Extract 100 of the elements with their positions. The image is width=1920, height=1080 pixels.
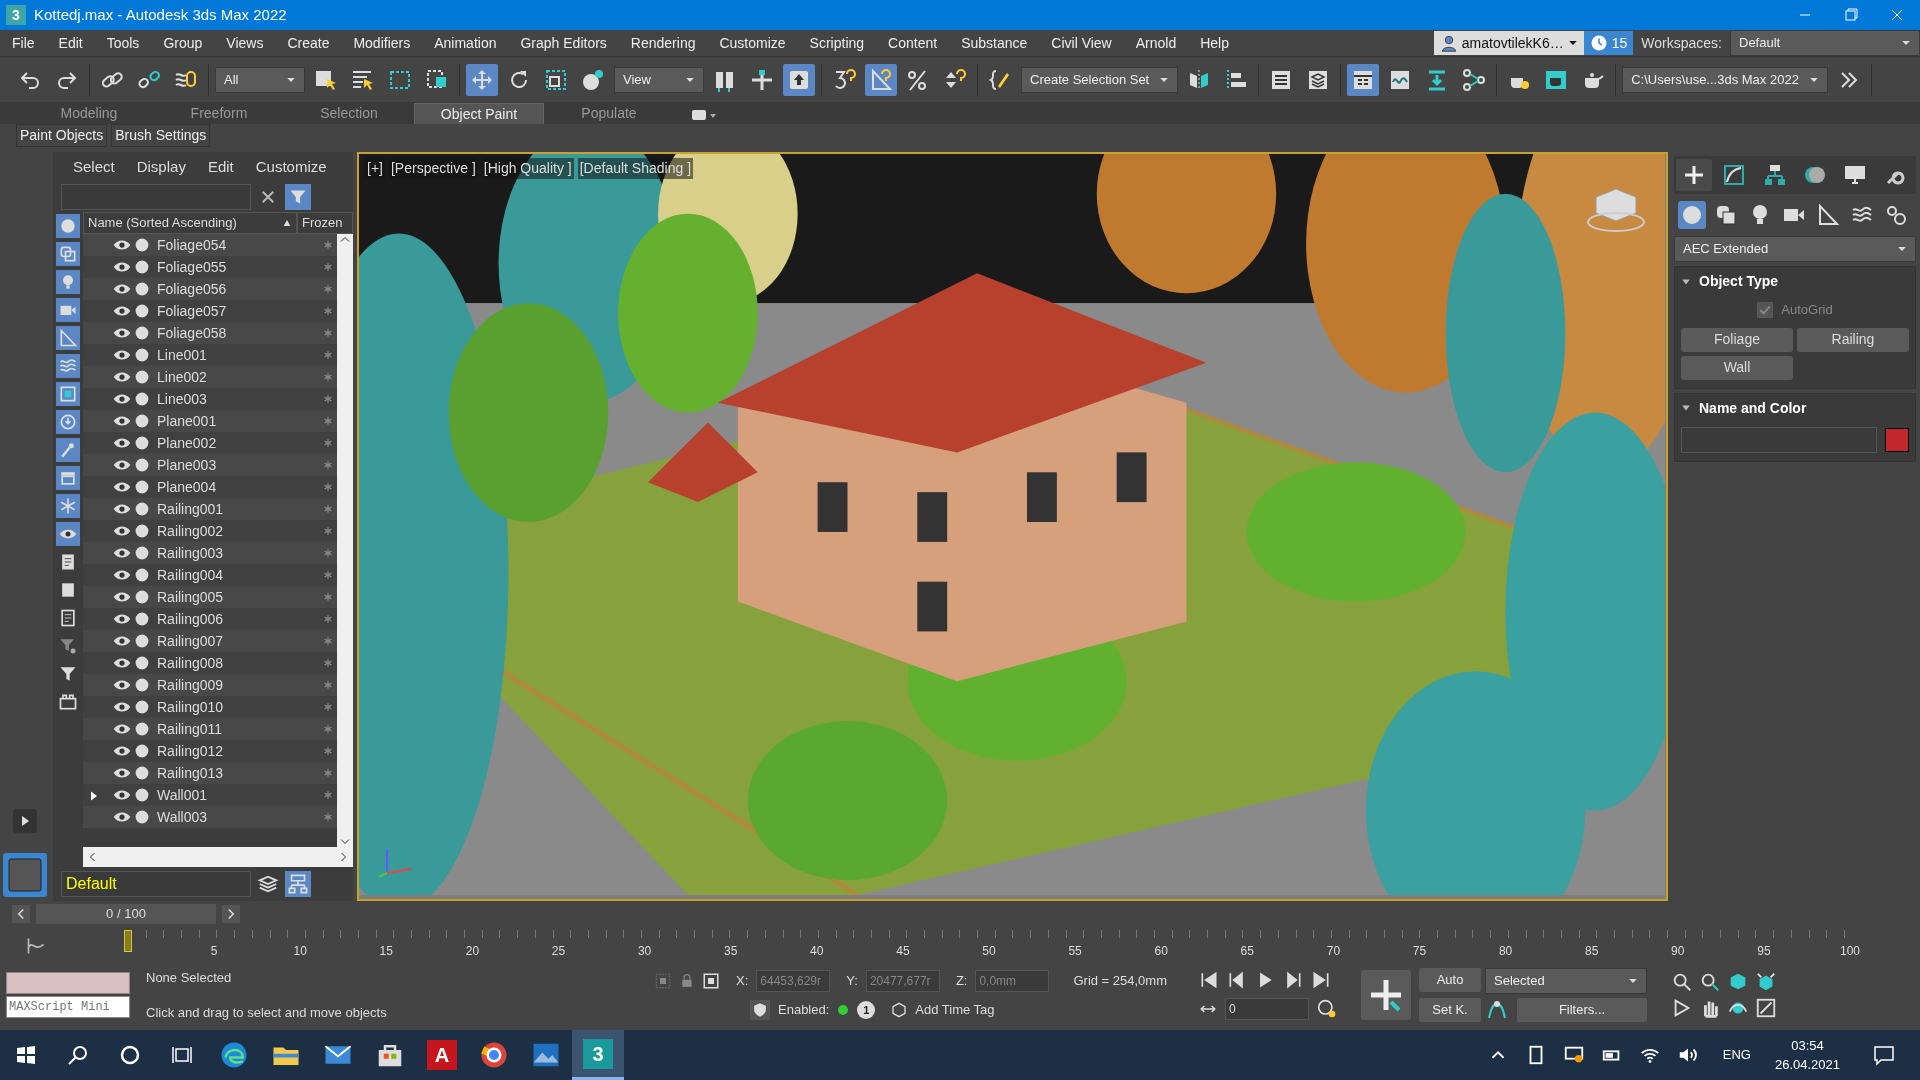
circle-icon[interactable] <box>135 590 149 604</box>
circle-icon[interactable] <box>135 238 149 252</box>
previous-icon[interactable] <box>12 904 30 923</box>
menu-item[interactable]: Arnold <box>1123 32 1189 54</box>
circle-icon[interactable] <box>135 348 149 362</box>
eye-icon[interactable] <box>113 260 131 274</box>
angle-snap-icon[interactable] <box>865 63 897 96</box>
account-dropdown[interactable]: amatovtilekK6… <box>1433 31 1584 55</box>
eye-icon[interactable] <box>113 612 131 626</box>
snowflake-icon[interactable] <box>323 327 333 339</box>
eye-icon[interactable] <box>113 458 131 472</box>
ribbon-tab[interactable]: Freeform <box>154 103 284 124</box>
eye-icon[interactable] <box>113 656 131 670</box>
circle-icon[interactable] <box>135 546 149 560</box>
snowflake-icon[interactable] <box>323 459 333 471</box>
eye-icon[interactable] <box>113 304 131 318</box>
time-slider-thumb[interactable]: 0 / 100 <box>36 903 216 924</box>
eye-icon[interactable] <box>113 282 131 296</box>
eye-icon[interactable] <box>113 766 131 780</box>
key-filter-dropdown[interactable]: Selected <box>1485 968 1647 994</box>
ribbon-tab[interactable]: Modeling <box>24 103 154 124</box>
collapse-arrow-icon[interactable] <box>1681 403 1691 413</box>
toolbar-dropdown[interactable]: Create Selection Set <box>1021 66 1179 93</box>
explorer-menu-item[interactable]: Edit <box>207 155 234 179</box>
circle-icon[interactable] <box>135 282 149 296</box>
magnifier-icon[interactable] <box>1671 971 1693 993</box>
snowflake-icon[interactable] <box>323 393 333 405</box>
circle-icon[interactable] <box>135 788 149 802</box>
plus-icon[interactable] <box>1676 159 1713 191</box>
viewport-layout-icon[interactable] <box>2 853 47 897</box>
set-key-icon[interactable] <box>1361 970 1411 1020</box>
ribbon-tab[interactable]: Object Paint <box>414 103 544 124</box>
object-type-button[interactable]: Railing <box>1797 327 1909 352</box>
viewport-label[interactable]: [Default Shading ] <box>577 158 694 179</box>
ribbon-tab[interactable]: Selection <box>284 103 414 124</box>
selection-lock-icon[interactable] <box>654 972 672 990</box>
circle-icon[interactable] <box>135 480 149 494</box>
ribbon-icon[interactable] <box>1347 63 1380 96</box>
eye-icon[interactable] <box>113 370 131 384</box>
column-header[interactable]: Name (Sorted Ascending) <box>83 212 297 234</box>
menu-item[interactable]: Substance <box>949 32 1040 54</box>
snowflake-icon[interactable] <box>323 261 333 273</box>
search-field[interactable] <box>61 184 251 210</box>
square-frame-icon[interactable] <box>56 382 80 406</box>
menu-item[interactable]: Graph Editors <box>508 32 619 54</box>
circle-icon[interactable] <box>135 502 149 516</box>
eye-icon[interactable] <box>113 480 131 494</box>
eye-icon[interactable] <box>113 524 131 538</box>
circle-icon[interactable] <box>135 436 149 450</box>
move-icon[interactable] <box>466 63 498 96</box>
brush-icon[interactable] <box>56 438 80 462</box>
box-icon[interactable] <box>56 466 80 490</box>
circle-icon[interactable] <box>135 744 149 758</box>
current-frame-field[interactable]: 0 <box>1225 998 1309 1020</box>
eye-icon[interactable] <box>113 568 131 582</box>
current-frame-marker[interactable] <box>124 930 132 952</box>
snowflake-icon[interactable] <box>323 745 333 757</box>
object-type-button[interactable]: Foliage <box>1681 327 1793 352</box>
menu-item[interactable]: Group <box>151 32 215 54</box>
toolbar-dropdown[interactable]: All <box>215 66 305 93</box>
snowflake-icon[interactable] <box>323 789 333 801</box>
explorer-menu-item[interactable]: Select <box>73 155 115 179</box>
snowflake-icon[interactable] <box>323 723 333 735</box>
eye-icon[interactable] <box>113 810 131 824</box>
circle-icon[interactable] <box>135 700 149 714</box>
notification-icon[interactable] <box>1872 1043 1896 1067</box>
next-icon[interactable] <box>222 904 240 923</box>
add-time-tag-button[interactable]: Add Time Tag <box>915 1000 995 1020</box>
circle-icon[interactable] <box>135 810 149 824</box>
layers-icon[interactable] <box>257 873 279 895</box>
filters-button[interactable]: Filters... <box>1517 998 1647 1022</box>
snowflake-icon[interactable] <box>323 283 333 295</box>
snowflake-icon[interactable] <box>323 569 333 581</box>
vertical-scrollbar[interactable] <box>337 234 353 847</box>
expand-arrow-icon[interactable] <box>89 789 99 802</box>
cube-icon[interactable] <box>891 1002 908 1018</box>
ribbon-tab[interactable]: Populate <box>544 103 674 124</box>
circle-icon[interactable] <box>135 766 149 780</box>
maximize-icon[interactable] <box>1755 997 1777 1019</box>
snowflake-icon[interactable] <box>323 503 333 515</box>
circle-icon[interactable] <box>135 260 149 274</box>
snowflake-icon[interactable] <box>323 613 333 625</box>
snowflake-icon[interactable] <box>323 657 333 669</box>
circle-icon[interactable] <box>135 458 149 472</box>
clear-icon[interactable] <box>259 188 277 206</box>
column-header[interactable]: Frozen <box>297 212 353 234</box>
circle-icon[interactable] <box>135 304 149 318</box>
go-to-start-icon[interactable] <box>1199 970 1219 990</box>
notifications-button[interactable]: 15 <box>1583 31 1634 55</box>
eye-icon[interactable] <box>113 634 131 648</box>
snowflake-icon[interactable] <box>323 239 333 251</box>
search-icon[interactable] <box>66 1043 90 1067</box>
circle-icon[interactable] <box>135 722 149 736</box>
horizontal-scrollbar[interactable] <box>83 847 353 867</box>
maxscript-field[interactable]: MAXScript Mini <box>6 996 130 1018</box>
eye-icon[interactable] <box>113 546 131 560</box>
menu-item[interactable]: Animation <box>422 32 509 54</box>
snowflake-icon[interactable] <box>323 679 333 691</box>
menu-item[interactable]: Modifiers <box>341 32 423 54</box>
ribbon-panel-button[interactable]: Paint Objects <box>16 123 108 147</box>
